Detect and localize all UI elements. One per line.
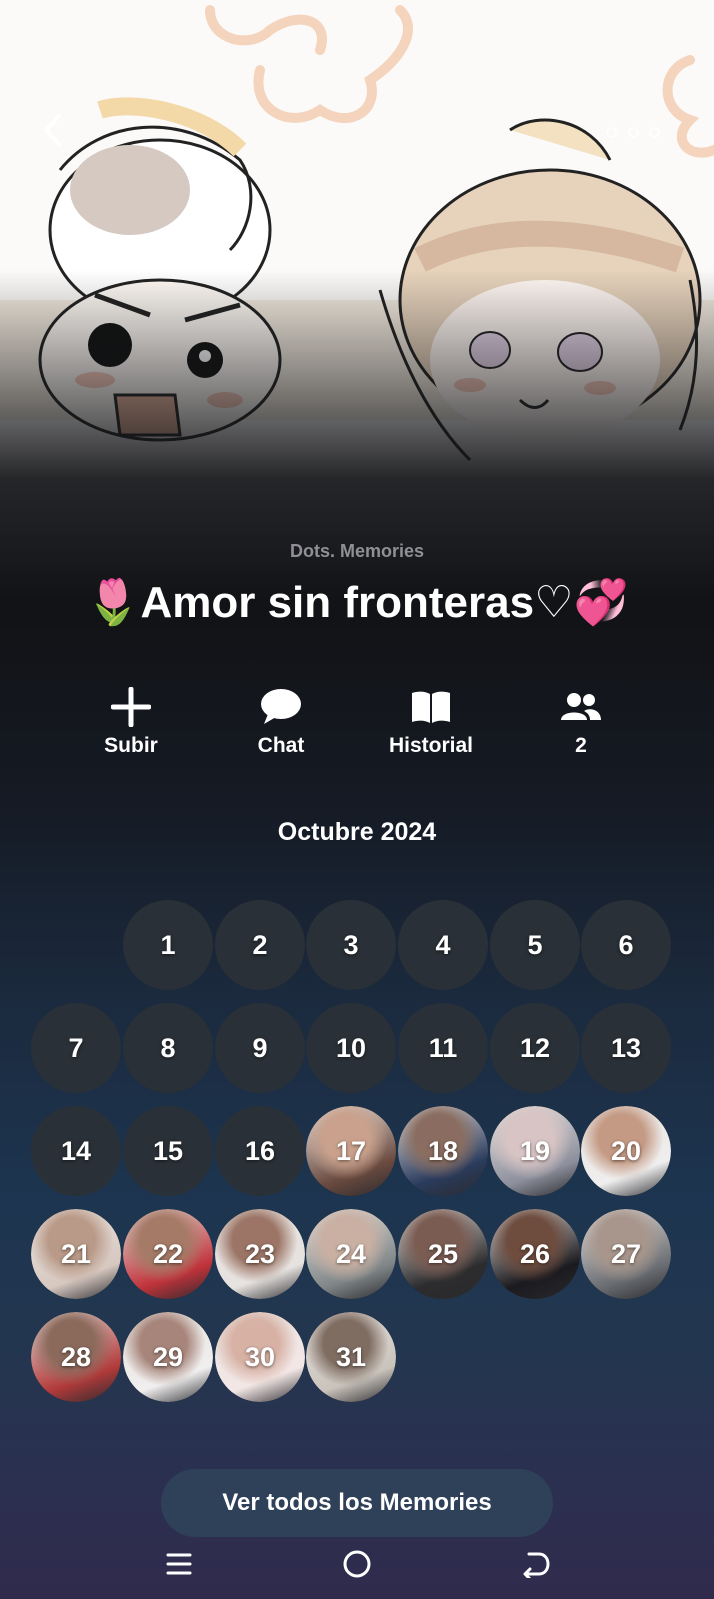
calendar-day-25[interactable]: 25 [398, 1209, 488, 1299]
calendar-day-number: 7 [68, 1032, 84, 1063]
calendar-day-24[interactable]: 24 [306, 1209, 396, 1299]
calendar-day-20[interactable]: 20 [581, 1106, 671, 1196]
calendar-day-number: 13 [610, 1032, 642, 1063]
calendar-day-18[interactable]: 18 [398, 1106, 488, 1196]
calendar-day-1[interactable]: 1 [123, 900, 213, 990]
history-label: Historial [388, 734, 474, 757]
more-dots-icon [627, 126, 639, 138]
calendar-day-30[interactable]: 30 [215, 1312, 305, 1402]
album-title: 🌷Amor sin fronteras♡💞 [85, 578, 629, 627]
calendar-day-3[interactable]: 3 [306, 900, 396, 990]
calendar-day-number: 16 [244, 1135, 276, 1166]
calendar-day-19[interactable]: 19 [490, 1106, 580, 1196]
chat-button[interactable]: Chat [206, 686, 356, 766]
home-circle-icon [343, 1550, 371, 1578]
system-back-button[interactable] [508, 1542, 564, 1586]
calendar-day-4[interactable]: 4 [398, 900, 488, 990]
calendar-day-number: 29 [152, 1341, 184, 1372]
calendar-day-number: 15 [152, 1135, 184, 1166]
calendar-day-number: 11 [428, 1032, 458, 1063]
more-dots-icon [649, 126, 660, 138]
calendar-day-21[interactable]: 21 [31, 1209, 121, 1299]
cover-artwork [0, 0, 714, 600]
calendar-day-number: 24 [335, 1238, 367, 1269]
view-all-memories-button[interactable]: Ver todos los Memories [161, 1469, 553, 1537]
calendar-day-number: 28 [60, 1341, 92, 1372]
calendar-day-number: 1 [160, 929, 176, 960]
calendar-day-number: 27 [610, 1238, 642, 1269]
chevron-left-icon [44, 114, 61, 146]
home-button[interactable] [329, 1542, 385, 1586]
calendar-day-number: 20 [610, 1135, 642, 1166]
calendar-day-7[interactable]: 7 [31, 1003, 121, 1093]
calendar-day-number: 3 [343, 929, 359, 960]
calendar-day-9[interactable]: 9 [215, 1003, 305, 1093]
calendar-day-number: 23 [244, 1238, 276, 1269]
calendar-day-number: 31 [335, 1341, 367, 1372]
calendar-day-number: 5 [527, 929, 543, 960]
history-button[interactable]: Historial [356, 686, 506, 766]
calendar-day-17[interactable]: 17 [306, 1106, 396, 1196]
calendar-day-number: 10 [335, 1032, 367, 1063]
album-subtitle: Dots. Memories [289, 541, 425, 561]
back-button[interactable] [32, 108, 72, 152]
calendar-day-12[interactable]: 12 [490, 1003, 580, 1093]
more-options-button[interactable] [606, 120, 660, 144]
calendar-day-number: 4 [435, 929, 451, 960]
calendar-day-23[interactable]: 23 [215, 1209, 305, 1299]
calendar-day-number: 9 [252, 1032, 268, 1063]
people-icon [561, 693, 601, 720]
calendar-day-28[interactable]: 28 [31, 1312, 121, 1402]
calendar-day-number: 12 [519, 1032, 551, 1063]
album-screen: Dots. Memories 🌷Amor sin fronteras♡💞 Sub… [0, 0, 714, 1599]
recent-apps-button[interactable] [151, 1542, 207, 1586]
upload-button[interactable]: Subir [56, 686, 206, 766]
calendar-day-number: 26 [519, 1238, 551, 1269]
album-actions: Subir Chat Historial 2 [56, 686, 656, 766]
calendar-day-15[interactable]: 15 [123, 1106, 213, 1196]
calendar-day-10[interactable]: 10 [306, 1003, 396, 1093]
more-dots-icon [606, 126, 617, 138]
chat-bubble-icon [261, 689, 301, 724]
calendar-day-number: 22 [152, 1238, 184, 1269]
back-arrow-icon [523, 1552, 550, 1578]
calendar-day-number: 6 [618, 929, 634, 960]
calendar-day-16[interactable]: 16 [215, 1106, 305, 1196]
calendar-day-11[interactable]: 11 [398, 1003, 488, 1093]
system-navigation-bar [0, 1536, 714, 1599]
calendar-month-label: Octubre 2024 [277, 818, 437, 846]
menu-icon [166, 1553, 192, 1575]
calendar-day-number: 25 [427, 1238, 459, 1269]
calendar-day-8[interactable]: 8 [123, 1003, 213, 1093]
calendar-day-31[interactable]: 31 [306, 1312, 396, 1402]
upload-label: Subir [104, 734, 158, 757]
calendar-day-number: 2 [252, 929, 268, 960]
calendar-day-number: 30 [244, 1341, 276, 1372]
calendar-day-5[interactable]: 5 [490, 900, 580, 990]
calendar-day-26[interactable]: 26 [490, 1209, 580, 1299]
calendar-day-22[interactable]: 22 [123, 1209, 213, 1299]
plus-icon [111, 687, 151, 727]
calendar-day-2[interactable]: 2 [215, 900, 305, 990]
book-icon [412, 691, 450, 723]
calendar-day-6[interactable]: 6 [581, 900, 671, 990]
calendar-day-number: 18 [427, 1135, 459, 1166]
chat-label: Chat [257, 734, 305, 757]
calendar-day-29[interactable]: 29 [123, 1312, 213, 1402]
members-count: 2 [575, 734, 587, 757]
calendar-day-14[interactable]: 14 [31, 1106, 121, 1196]
calendar-day-13[interactable]: 13 [581, 1003, 671, 1093]
calendar-day-number: 8 [160, 1032, 176, 1063]
calendar-day-number: 19 [519, 1135, 551, 1166]
calendar-day-number: 17 [335, 1135, 367, 1166]
members-button[interactable]: 2 [506, 686, 656, 766]
calendar-day-number: 14 [60, 1135, 92, 1166]
calendar-day-27[interactable]: 27 [581, 1209, 671, 1299]
calendar-day-number: 21 [60, 1238, 92, 1269]
